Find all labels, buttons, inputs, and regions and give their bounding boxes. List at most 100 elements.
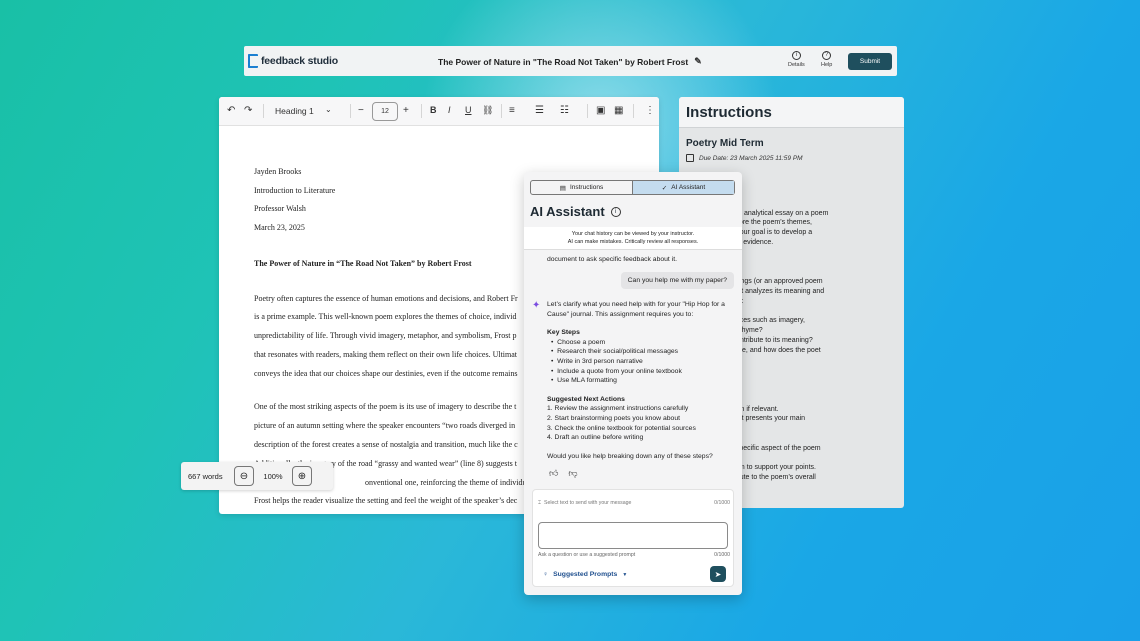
notice-line: AI can make mistakes. Critically review … bbox=[567, 239, 699, 245]
zoom-in-button[interactable]: ⊕ bbox=[292, 466, 312, 486]
redo-icon[interactable]: ↷ bbox=[244, 105, 252, 116]
input-hint: Ask a question or use a suggested prompt bbox=[538, 552, 636, 558]
selected-text-count: 0/1000 bbox=[714, 500, 730, 506]
details-label: Details bbox=[788, 62, 805, 68]
text-select-icon: ⌶ bbox=[538, 500, 542, 506]
info-icon[interactable]: i bbox=[610, 206, 621, 217]
document-title-text: The Power of Nature in "The Road Not Tak… bbox=[438, 57, 689, 67]
assignment-title: Poetry Mid Term bbox=[686, 138, 764, 149]
chat-notice: Your chat history can be viewed by your … bbox=[524, 227, 742, 250]
feedback-buttons: 👍︎ 👎︎ bbox=[549, 468, 578, 479]
next-action: 2. Start brainstorming poets you know ab… bbox=[547, 414, 680, 422]
tab-instructions-label: Instructions bbox=[569, 184, 604, 191]
tab-ai-assistant[interactable]: ✓ AI Assistant bbox=[632, 181, 734, 194]
clipboard-icon: ▤ bbox=[559, 184, 566, 192]
suggested-prompts-label: Suggested Prompts bbox=[553, 571, 618, 578]
zoom-out-icon: ⊖ bbox=[239, 470, 249, 482]
reply-intro: Let’s clarify what you need help with fo… bbox=[547, 301, 725, 318]
align-icon[interactable]: ≡ bbox=[509, 105, 515, 116]
key-step: • Include a quote from your online textb… bbox=[551, 367, 682, 375]
editor-toolbar: ↶ ↷ Heading 1 ⌄ − 12 + B I U ⛓ ≡ ☰ ☷ ▣ ▦… bbox=[219, 97, 659, 126]
ai-assistant-title: AI Assistant i bbox=[530, 204, 621, 219]
due-date-text: Due Date: 23 March 2025 11:59 PM bbox=[699, 154, 803, 162]
pencil-icon[interactable]: ✎ bbox=[694, 57, 703, 66]
line-spacing-icon[interactable]: ☷ bbox=[560, 105, 569, 116]
toolbar-divider bbox=[350, 104, 351, 118]
caret-down-icon: ▼ bbox=[622, 571, 628, 578]
ai-assistant-panel: ▤ Instructions ✓ AI Assistant AI Assista… bbox=[524, 172, 742, 595]
info-icon: i bbox=[791, 51, 801, 60]
message-input[interactable] bbox=[538, 522, 728, 549]
key-step: • Choose a poem bbox=[551, 338, 606, 346]
help-label: Help bbox=[821, 62, 833, 68]
thumbs-up-icon[interactable]: 👍︎ bbox=[549, 468, 558, 479]
send-button[interactable]: ➤ bbox=[710, 566, 726, 582]
user-message: Can you help me with my paper? bbox=[620, 272, 734, 289]
bullet-list-icon[interactable]: ☰ bbox=[535, 105, 544, 116]
submit-button[interactable]: Submit bbox=[848, 53, 892, 70]
input-count: 0/1000 bbox=[714, 552, 730, 558]
assistant-message: Let’s clarify what you need help with fo… bbox=[547, 300, 737, 461]
image-icon[interactable]: ▣ bbox=[596, 105, 605, 116]
font-size-increase-icon[interactable]: + bbox=[403, 105, 409, 116]
underline-icon[interactable]: U bbox=[465, 105, 472, 115]
zoom-in-icon: ⊕ bbox=[297, 470, 307, 482]
next-action: 4. Draft an outline before writing bbox=[547, 434, 644, 442]
thumbs-down-icon[interactable]: 👎︎ bbox=[568, 468, 577, 479]
selected-text-row[interactable]: ⌶ Select text to send with your message … bbox=[538, 500, 730, 507]
more-options-icon[interactable]: ⋮ bbox=[645, 105, 655, 116]
next-action: 1. Review the assignment instructions ca… bbox=[547, 405, 689, 413]
key-step: • Write in 3rd person narrative bbox=[551, 357, 643, 365]
toolbar-divider bbox=[421, 104, 422, 118]
toolbar-divider bbox=[587, 104, 588, 118]
key-steps-heading: Key Steps bbox=[547, 329, 580, 337]
next-action: 3. Check the online textbook for potenti… bbox=[547, 424, 696, 432]
app-header: feedback studio The Power of Nature in "… bbox=[244, 46, 897, 76]
instructions-heading: Instructions bbox=[679, 97, 904, 128]
italic-icon[interactable]: I bbox=[448, 105, 451, 115]
check-icon: ✓ bbox=[661, 184, 668, 192]
word-count: 667 words bbox=[188, 471, 223, 481]
lightbulb-icon: ♀ bbox=[543, 571, 549, 578]
next-actions-heading: Suggested Next Actions bbox=[547, 395, 625, 403]
key-step: • Use MLA formatting bbox=[551, 377, 617, 385]
notice-line: Your chat history can be viewed by your … bbox=[571, 231, 695, 237]
logo: feedback studio bbox=[244, 54, 338, 68]
tab-instructions[interactable]: ▤ Instructions bbox=[531, 181, 632, 194]
document-title: The Power of Nature in "The Road Not Tak… bbox=[438, 57, 703, 68]
ai-assistant-title-text: AI Assistant bbox=[530, 204, 605, 219]
tab-ai-assistant-label: AI Assistant bbox=[671, 184, 706, 191]
undo-icon[interactable]: ↶ bbox=[227, 105, 235, 116]
zoom-out-button[interactable]: ⊖ bbox=[234, 466, 254, 486]
bold-icon[interactable]: B bbox=[430, 105, 437, 115]
toolbar-divider bbox=[633, 104, 634, 118]
logo-mark-icon bbox=[248, 54, 258, 68]
zoom-level: 100% bbox=[263, 471, 283, 481]
message-composer: ⌶ Select text to send with your message … bbox=[532, 489, 734, 587]
toolbar-divider bbox=[263, 104, 264, 118]
calendar-icon bbox=[686, 154, 694, 162]
send-icon: ➤ bbox=[714, 569, 722, 579]
assistant-message-partial: document to ask specific feedback about … bbox=[547, 256, 677, 263]
chevron-down-icon[interactable]: ⌄ bbox=[325, 105, 332, 114]
suggested-prompts-button[interactable]: ♀ Suggested Prompts ▼ bbox=[543, 571, 627, 578]
font-size-decrease-icon[interactable]: − bbox=[358, 105, 364, 116]
help-icon: ? bbox=[822, 51, 832, 60]
toolbar-divider bbox=[501, 104, 502, 118]
chat-history[interactable]: document to ask specific feedback about … bbox=[524, 242, 742, 482]
input-hint-row: Ask a question or use a suggested prompt… bbox=[538, 552, 730, 558]
selected-text-placeholder: Select text to send with your message bbox=[544, 500, 632, 506]
help-button[interactable]: ? Help bbox=[821, 51, 832, 68]
font-size-input[interactable]: 12 bbox=[372, 102, 398, 121]
reply-question: Would you like help breaking down any of… bbox=[547, 452, 713, 460]
sparkle-icon: ✦ bbox=[532, 300, 541, 311]
link-icon[interactable]: ⛓ bbox=[482, 105, 493, 116]
panel-tabs: ▤ Instructions ✓ AI Assistant bbox=[530, 180, 735, 195]
table-icon[interactable]: ▦ bbox=[614, 105, 623, 116]
heading-select[interactable]: Heading 1 bbox=[275, 106, 314, 116]
due-date: Due Date: 23 March 2025 11:59 PM bbox=[679, 149, 904, 162]
logo-text: feedback studio bbox=[261, 55, 338, 67]
word-count-bar: 667 words ⊖ 100% ⊕ bbox=[181, 462, 333, 490]
key-step: • Research their social/political messag… bbox=[551, 348, 679, 356]
details-button[interactable]: i Details bbox=[788, 51, 805, 68]
